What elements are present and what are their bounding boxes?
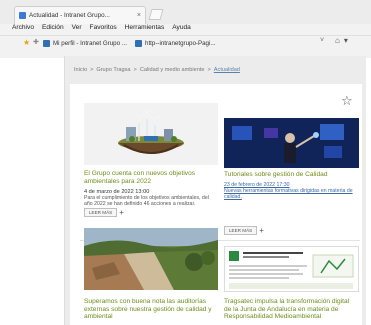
news-summary: Para el cumplimiento de los objetivos am… xyxy=(84,195,209,207)
breadcrumb-grupo[interactable]: Grupo Tragsa xyxy=(96,67,130,73)
menu-ver[interactable]: Ver xyxy=(72,24,82,35)
favorite-intranet[interactable]: http--intranetgrupo-Pagi... xyxy=(135,38,216,49)
menu-archivo[interactable]: Archivo xyxy=(12,24,34,35)
new-tab-button[interactable] xyxy=(148,9,164,20)
news-image-floating-island[interactable] xyxy=(84,103,218,165)
toolbar-icons: ⌂ ▾ xyxy=(335,36,348,45)
breadcrumb: Inicio > Grupo Tragsa > Calidad y medio … xyxy=(74,67,240,73)
favorite-label: http--intranetgrupo-Pagi... xyxy=(145,40,216,47)
news-image-forest-road[interactable] xyxy=(84,228,218,290)
menu-ayuda[interactable]: Ayuda xyxy=(172,24,191,35)
digital-training-illustration xyxy=(224,118,359,168)
plus-icon[interactable]: + xyxy=(259,226,264,235)
browser-tab[interactable]: Actualidad - Intranet Grupo... × xyxy=(14,6,146,24)
breadcrumb-separator: > xyxy=(90,67,94,73)
floating-island-illustration xyxy=(118,109,184,154)
breadcrumb-separator: > xyxy=(207,67,211,73)
breadcrumb-calidad[interactable]: Calidad y medio ambiente xyxy=(140,67,205,73)
favorites-star-icon[interactable]: ★ xyxy=(23,38,30,47)
plus-icon[interactable]: + xyxy=(119,208,124,217)
news-title[interactable]: El Grupo cuenta con nuevos objetivos amb… xyxy=(84,170,218,185)
settings-icon[interactable]: ▾ xyxy=(344,36,348,45)
tab-bar: Actualidad - Intranet Grupo... × xyxy=(0,0,371,24)
junta-andalucia-document xyxy=(229,251,354,289)
menu-favoritos[interactable]: Favoritos xyxy=(90,24,117,35)
news-summary-link[interactable]: Nuevas herramientas formativas dirigidas… xyxy=(224,188,358,200)
menu-herramientas[interactable]: Herramientas xyxy=(125,24,165,35)
favorite-label: Mi perfil - Intranet Grupo ... xyxy=(53,40,127,47)
menu-edicion[interactable]: Edición xyxy=(42,24,64,35)
favorite-site-icon xyxy=(43,40,50,47)
news-image-digital-training[interactable] xyxy=(224,118,359,168)
breadcrumb-actualidad[interactable]: Actualidad xyxy=(214,67,240,73)
favorite-mi-perfil[interactable]: Mi perfil - Intranet Grupo ... xyxy=(43,38,127,49)
read-more-button[interactable]: LEER MÁS xyxy=(224,226,258,235)
news-title[interactable]: Tragsatec impulsa la transformación digi… xyxy=(224,298,358,321)
tab-title: Actualidad - Intranet Grupo... xyxy=(29,12,110,19)
page-favicon-icon xyxy=(19,12,26,19)
home-icon[interactable]: ⌂ xyxy=(335,36,340,45)
bookmark-star-icon[interactable]: ☆ xyxy=(341,93,353,109)
menu-bar: Archivo Edición Ver Favoritos Herramient… xyxy=(12,24,191,35)
read-more-control: LEER MÁS + xyxy=(84,208,124,217)
tab-close-icon[interactable]: × xyxy=(137,12,141,19)
chevron-down-icon[interactable]: ˅ xyxy=(320,37,324,44)
news-title[interactable]: Superamos con buena nota las auditorías … xyxy=(84,298,218,321)
browser-chrome: Actualidad - Intranet Grupo... × Archivo… xyxy=(0,0,371,58)
news-title[interactable]: Tutoriales sobre gestión de Calidad xyxy=(224,171,358,179)
breadcrumb-inicio[interactable]: Inicio xyxy=(74,67,87,73)
read-more-button[interactable]: LEER MÁS xyxy=(84,208,118,217)
read-more-control: LEER MÁS + xyxy=(224,226,264,235)
forest-road-photo xyxy=(84,228,218,290)
news-image-junta-andalucia-document[interactable] xyxy=(224,246,359,292)
favorite-site-icon xyxy=(135,40,142,47)
breadcrumb-separator: > xyxy=(133,67,137,73)
add-favorite-icon[interactable]: ✚ xyxy=(33,38,39,46)
